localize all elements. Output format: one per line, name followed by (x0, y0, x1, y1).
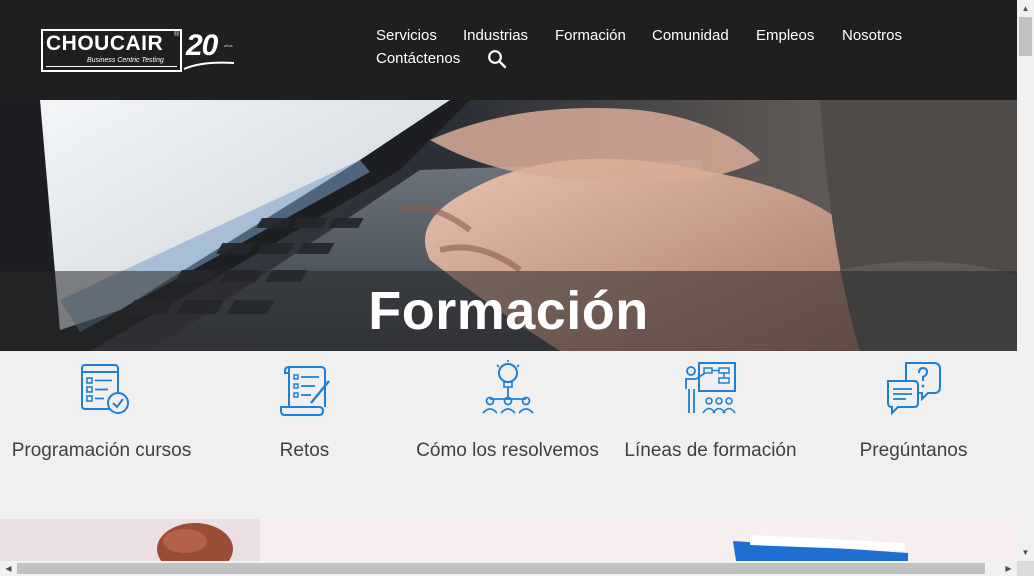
scrollbar-corner (1017, 561, 1034, 576)
site-header: CHOUCAIR ® Business Centric Testing 20 a… (0, 0, 1017, 100)
next-section-teaser (0, 519, 1017, 561)
menu-card-como-resolvemos[interactable]: Cómo los resolvemos (406, 351, 609, 519)
search-icon[interactable] (487, 49, 507, 69)
logo-brand: CHOUCAIR (46, 32, 164, 55)
nav-servicios[interactable]: Servicios (376, 27, 437, 44)
hero-title: Formación (368, 281, 649, 341)
menu-card-preguntanos[interactable]: Pregúntanos (812, 351, 1015, 519)
page-viewport: CHOUCAIR ® Business Centric Testing 20 a… (0, 0, 1017, 561)
idea-network-icon (481, 360, 534, 414)
menu-card-programacion-cursos[interactable]: Programación cursos (0, 351, 203, 519)
menu-label-como-resolvemos: Cómo los resolvemos (416, 440, 599, 461)
choucair-logo[interactable]: CHOUCAIR ® Business Centric Testing 20 a… (41, 29, 238, 73)
hero-banner: Formación (0, 100, 1017, 351)
nav-industrias[interactable]: Industrias (463, 27, 528, 44)
training-board-icon (684, 362, 736, 414)
scroll-left-icon[interactable]: ◀ (1, 561, 16, 576)
menu-label-programacion-cursos: Programación cursos (11, 440, 192, 461)
scroll-up-icon[interactable]: ▲ (1017, 0, 1034, 17)
question-chat-icon (886, 362, 941, 416)
horizontal-scrollbar[interactable]: ◀ ▶ (0, 561, 1017, 576)
scroll-right-icon[interactable]: ▶ (1001, 561, 1016, 576)
nav-nosotros[interactable]: Nosotros (842, 27, 902, 44)
course-checklist-icon (80, 364, 129, 414)
logo-anniversary: 20 (186, 29, 218, 62)
nav-comunidad[interactable]: Comunidad (652, 27, 729, 44)
teaser-image (0, 519, 1017, 561)
challenge-scroll-icon (279, 366, 330, 416)
vertical-scroll-thumb[interactable] (1019, 17, 1032, 56)
menu-card-retos[interactable]: Retos (203, 351, 406, 519)
logo-anniversary-sub: años (224, 43, 233, 48)
nav-formacion[interactable]: Formación (555, 27, 626, 44)
horizontal-scroll-thumb[interactable] (17, 563, 985, 574)
menu-label-lineas-formacion: Líneas de formación (624, 440, 797, 461)
logo-tagline: Business Centric Testing (87, 57, 164, 64)
training-menu: Programación cursos Retos Cómo los resol… (0, 351, 1017, 519)
menu-label-retos: Retos (279, 440, 330, 461)
menu-card-lineas-formacion[interactable]: Líneas de formación (609, 351, 812, 519)
logo-underline (46, 66, 177, 67)
vertical-scrollbar[interactable]: ▲ ▼ (1017, 0, 1034, 561)
scroll-down-icon[interactable]: ▼ (1017, 544, 1034, 561)
menu-label-preguntanos: Pregúntanos (859, 440, 968, 461)
nav-contactenos[interactable]: Contáctenos (376, 50, 460, 67)
nav-empleos[interactable]: Empleos (756, 27, 814, 44)
registered-mark: ® (174, 31, 180, 38)
logo-swoosh-icon (183, 61, 235, 70)
